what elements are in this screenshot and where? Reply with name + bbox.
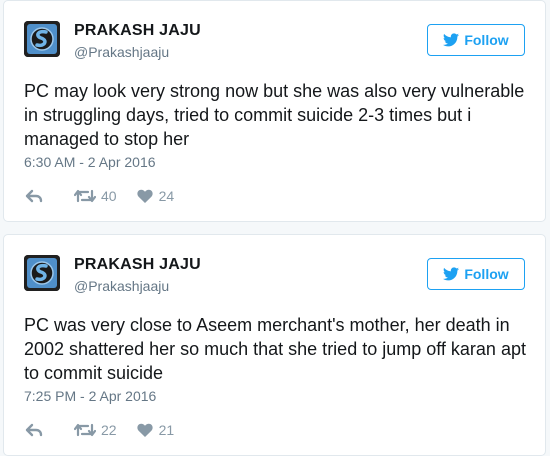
avatar[interactable] bbox=[24, 21, 60, 57]
like-button[interactable]: 21 bbox=[136, 422, 175, 438]
retweet-button[interactable]: 40 bbox=[74, 187, 117, 205]
author-name[interactable]: PRAKASH JAJU bbox=[74, 22, 201, 40]
heart-icon bbox=[136, 423, 153, 437]
author-handle[interactable]: @Prakashjaaju bbox=[74, 44, 169, 60]
retweet-icon bbox=[74, 189, 96, 203]
tweet-card: PRAKASH JAJU @Prakashjaaju Follow PC may… bbox=[3, 0, 546, 222]
avatar-logo-icon bbox=[24, 21, 60, 57]
follow-button[interactable]: Follow bbox=[427, 24, 525, 56]
retweet-count: 22 bbox=[101, 422, 117, 438]
retweet-count: 40 bbox=[101, 188, 117, 204]
follow-label: Follow bbox=[464, 32, 509, 48]
author-name[interactable]: PRAKASH JAJU bbox=[74, 256, 201, 274]
tweet-actions: 22 21 bbox=[24, 421, 174, 439]
reply-icon[interactable] bbox=[24, 187, 44, 205]
follow-button[interactable]: Follow bbox=[427, 258, 525, 290]
tweet-timestamp[interactable]: 7:25 PM - 2 Apr 2016 bbox=[24, 388, 156, 404]
tweet-text: PC may look very strong now but she was … bbox=[24, 81, 525, 149]
tweet-card: PRAKASH JAJU @Prakashjaaju Follow PC was… bbox=[3, 234, 546, 456]
like-button[interactable]: 24 bbox=[136, 188, 175, 204]
tweet-actions: 40 24 bbox=[24, 187, 174, 205]
reply-icon[interactable] bbox=[24, 421, 44, 439]
tweet-text: PC was very close to Aseem merchant's mo… bbox=[24, 315, 526, 383]
retweet-button[interactable]: 22 bbox=[74, 421, 117, 439]
twitter-bird-icon bbox=[443, 267, 460, 281]
like-count: 21 bbox=[158, 422, 175, 438]
retweet-icon bbox=[74, 423, 96, 437]
twitter-bird-icon bbox=[443, 33, 460, 47]
follow-label: Follow bbox=[464, 266, 509, 282]
like-count: 24 bbox=[158, 188, 175, 204]
author-handle[interactable]: @Prakashjaaju bbox=[74, 278, 169, 294]
tweet-timestamp[interactable]: 6:30 AM - 2 Apr 2016 bbox=[24, 154, 156, 170]
avatar[interactable] bbox=[24, 255, 60, 291]
avatar-logo-icon bbox=[24, 255, 60, 291]
heart-icon bbox=[136, 189, 153, 203]
